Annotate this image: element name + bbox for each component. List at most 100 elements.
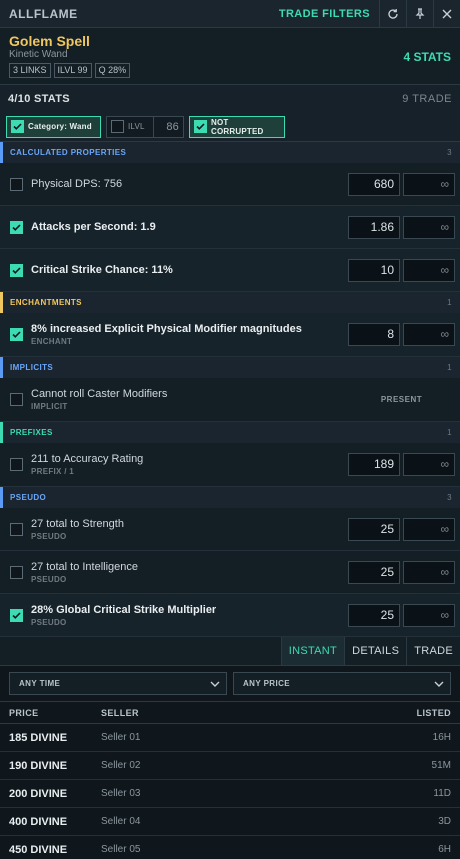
item-base-type: Kinetic Wand: [9, 49, 68, 60]
min-value-input[interactable]: 25: [348, 603, 400, 627]
corrupted-filter-label: NOT CORRUPTED: [211, 117, 264, 136]
price-filter-dropdown[interactable]: ANY PRICE: [233, 672, 451, 695]
trade-filters-label: TRADE FILTERS: [278, 7, 370, 20]
listing-row[interactable]: 185 DIVINE Seller 01 16H: [0, 724, 460, 752]
stat-checkbox[interactable]: [10, 220, 23, 234]
category-checkbox[interactable]: [11, 120, 24, 133]
max-value-input[interactable]: ∞: [403, 453, 455, 476]
stat-text: Cannot roll Caster Modifiers: [31, 388, 168, 400]
max-value-input[interactable]: ∞: [403, 323, 455, 346]
min-value-input[interactable]: 189: [348, 453, 400, 476]
check-icon: [12, 331, 21, 338]
stat-checkbox[interactable]: [10, 522, 23, 536]
stat-checkbox[interactable]: [10, 393, 23, 406]
category-filter[interactable]: Category: Wand: [6, 115, 101, 138]
max-value-input[interactable]: ∞: [403, 603, 455, 627]
stat-source: PSEUDO: [31, 617, 67, 627]
min-value-input[interactable]: 1.86: [348, 215, 400, 239]
price-column-header: PRICE: [9, 707, 39, 718]
tab-instant[interactable]: INSTANT: [280, 637, 345, 665]
check-icon: [12, 611, 21, 619]
listing-age: 16H: [432, 732, 451, 743]
chevron-down-icon: [434, 681, 444, 687]
results-tabs: INSTANT DETAILS TRADE: [0, 637, 460, 666]
stat-row-implicit[interactable]: Cannot roll Caster Modifiers IMPLICIT PR…: [0, 378, 460, 422]
min-value-input[interactable]: 8: [348, 323, 400, 346]
max-value-input[interactable]: ∞: [403, 172, 455, 196]
section-count: 1: [447, 428, 452, 437]
stat-row-physical-dps[interactable]: Physical DPS: 756 680 ∞: [0, 163, 460, 206]
stat-checkbox[interactable]: [10, 263, 23, 277]
price-filter-value: ANY PRICE: [243, 679, 291, 688]
section-count: 1: [447, 298, 452, 307]
ilvl-tag: ILVL 99: [53, 63, 92, 78]
corrupted-filter[interactable]: NOT CORRUPTED: [189, 115, 285, 138]
refresh-button[interactable]: [379, 0, 406, 28]
stat-text: 28% Global Critical Strike Multiplier: [31, 603, 217, 616]
min-value-input[interactable]: 10: [348, 258, 400, 282]
ilvl-checkbox[interactable]: [111, 120, 124, 133]
check-icon: [12, 223, 21, 231]
max-value-input[interactable]: ∞: [403, 258, 455, 282]
listing-row[interactable]: 200 DIVINE Seller 03 11D: [0, 780, 460, 808]
ilvl-filter[interactable]: ILVL 86: [106, 115, 184, 138]
stat-row-intelligence[interactable]: 27 total to Intelligence PSEUDO 25 ∞: [0, 551, 460, 594]
pin-button[interactable]: [406, 0, 433, 28]
section-title: ENCHANTMENTS: [10, 298, 82, 307]
filter-row: Category: Wand ILVL 86 NOT CORRUPTED: [0, 112, 460, 142]
stat-checkbox[interactable]: [10, 328, 23, 341]
stat-checkbox[interactable]: [10, 458, 23, 471]
stat-text: 27 total to Strength: [31, 517, 124, 530]
listing-price: 400 DIVINE: [9, 815, 68, 828]
section-calculated-properties: CALCULATED PROPERTIES 3: [0, 142, 460, 163]
stat-row-enchant[interactable]: 8% increased Explicit Physical Modifier …: [0, 313, 460, 357]
section-enchantments: ENCHANTMENTS 1: [0, 292, 460, 313]
listing-seller: Seller 03: [101, 788, 141, 799]
section-title: CALCULATED PROPERTIES: [10, 148, 127, 157]
listing-age: 51M: [431, 760, 451, 771]
stat-text: Attacks per Second: 1.9: [31, 221, 156, 233]
check-icon: [196, 123, 205, 130]
ilvl-filter-label: ILVL: [128, 122, 145, 131]
ilvl-filter-value[interactable]: 86: [152, 115, 183, 138]
tab-trade[interactable]: TRADE: [406, 637, 460, 665]
title-bar: ALLFLAME TRADE FILTERS: [0, 0, 460, 28]
stat-source: PSEUDO: [31, 574, 67, 584]
stat-checkbox[interactable]: [10, 565, 23, 579]
selected-stats-count: 4/10 STATS: [8, 92, 70, 105]
close-button[interactable]: [433, 0, 460, 28]
section-pseudo: PSEUDO 3: [0, 487, 460, 508]
min-value-input[interactable]: 25: [348, 517, 400, 541]
stat-row-crit-multiplier[interactable]: 28% Global Critical Strike Multiplier PS…: [0, 594, 460, 637]
max-value-input[interactable]: ∞: [403, 215, 455, 239]
min-value-input[interactable]: 680: [348, 172, 400, 196]
max-value-input[interactable]: ∞: [403, 517, 455, 541]
stat-checkbox[interactable]: [10, 608, 23, 622]
corrupted-checkbox[interactable]: [194, 120, 207, 133]
stat-row-strength[interactable]: 27 total to Strength PSEUDO 25 ∞: [0, 508, 460, 551]
section-count: 3: [447, 148, 452, 157]
trade-count: 9 TRADE: [402, 92, 452, 105]
listing-row[interactable]: 400 DIVINE Seller 04 3D: [0, 808, 460, 836]
stat-row-critical-strike-chance[interactable]: Critical Strike Chance: 11% 10 ∞: [0, 249, 460, 292]
listing-price: 200 DIVINE: [9, 787, 68, 800]
listing-row[interactable]: 190 DIVINE Seller 02 51M: [0, 752, 460, 780]
stat-row-prefix[interactable]: 211 to Accuracy Rating PREFIX / 1 189 ∞: [0, 443, 460, 487]
stat-text: 8% increased Explicit Physical Modifier …: [31, 323, 302, 335]
item-name: Golem Spell: [9, 33, 90, 49]
stat-text: Critical Strike Chance: 11%: [31, 264, 173, 276]
stat-checkbox[interactable]: [10, 177, 23, 191]
tab-details[interactable]: DETAILS: [344, 637, 406, 665]
stat-source: PREFIX / 1: [31, 467, 75, 476]
time-filter-dropdown[interactable]: ANY TIME: [9, 672, 227, 695]
min-value-input[interactable]: 25: [348, 560, 400, 584]
max-value-input[interactable]: ∞: [403, 560, 455, 584]
check-icon: [12, 266, 21, 274]
listing-seller: Seller 02: [101, 760, 141, 771]
listing-price: 185 DIVINE: [9, 731, 68, 744]
stat-row-attacks-per-second[interactable]: Attacks per Second: 1.9 1.86 ∞: [0, 206, 460, 249]
listing-price: 450 DIVINE: [9, 843, 68, 856]
listing-age: 6H: [438, 844, 451, 855]
listing-row[interactable]: 450 DIVINE Seller 05 6H: [0, 836, 460, 859]
listing-price: 190 DIVINE: [9, 759, 68, 772]
